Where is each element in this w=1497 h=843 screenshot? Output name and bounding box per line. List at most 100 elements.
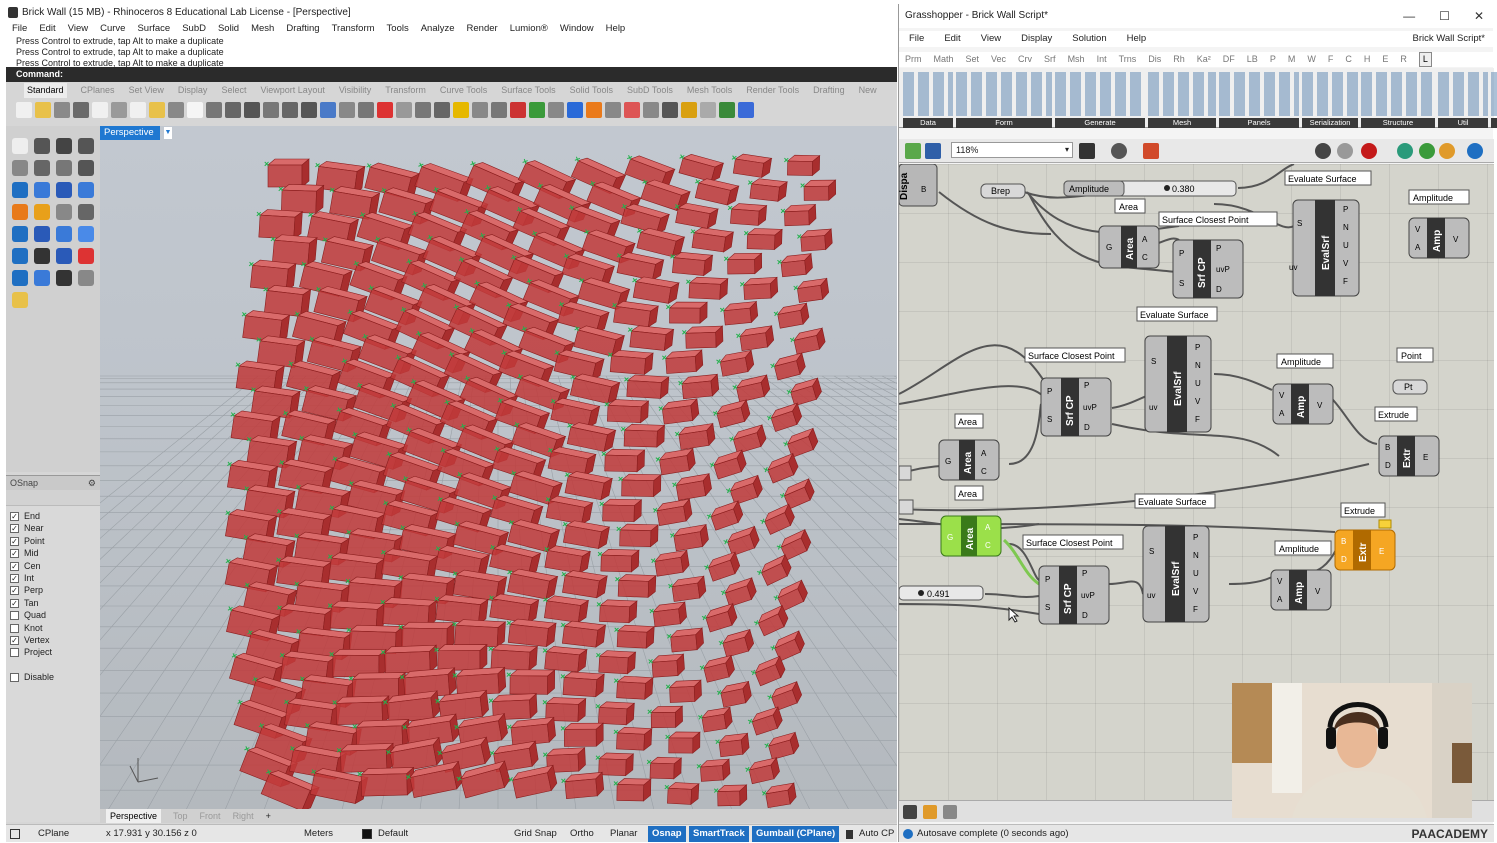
brick[interactable]: × (726, 203, 768, 227)
toolbar-tool-icon[interactable] (54, 102, 70, 118)
brick[interactable]: × (714, 732, 750, 758)
close-icon[interactable]: ✕ (1474, 4, 1484, 28)
gh-category-tab[interactable]: Math (934, 52, 954, 67)
brick[interactable]: × (793, 277, 830, 303)
side-tool-icon[interactable] (12, 270, 28, 286)
brick[interactable]: × (697, 706, 733, 733)
tab-viewport-layout[interactable]: Viewport Layout (260, 83, 324, 98)
gh-component-icons[interactable] (1302, 72, 1358, 116)
gh-category-tab[interactable]: W (1307, 52, 1316, 67)
brick[interactable]: × (789, 327, 827, 355)
brick[interactable]: × (558, 620, 607, 648)
brick[interactable]: × (268, 234, 318, 266)
brick[interactable]: × (785, 377, 823, 407)
brick[interactable]: × (729, 152, 773, 179)
brick[interactable]: × (560, 771, 605, 800)
node-srfcp-2[interactable]: Surface Closest Point Srf CP P S P uvP D (1024, 347, 1126, 437)
profiler-icon[interactable] (923, 805, 937, 819)
side-tool-icon[interactable] (34, 160, 50, 176)
brick[interactable]: × (728, 424, 768, 455)
side-tool-icon[interactable] (34, 204, 50, 220)
maximize-icon[interactable]: ☐ (1439, 4, 1450, 28)
brick[interactable]: × (655, 447, 697, 476)
brick[interactable]: × (780, 203, 817, 227)
gh-category-tab[interactable]: F (1328, 52, 1334, 67)
gh-category-tab[interactable]: Vec (991, 52, 1006, 67)
node-extrude-1[interactable]: Extrude Extr B D E (1374, 406, 1440, 477)
param-stub[interactable] (899, 499, 914, 515)
menu-analyze[interactable]: Analyze (421, 21, 455, 36)
brick[interactable]: × (759, 503, 797, 536)
node-dispatch[interactable]: Dispa B (899, 164, 938, 207)
brick[interactable]: × (715, 349, 755, 377)
slider-grip-icon[interactable] (918, 590, 924, 596)
brick[interactable]: × (434, 643, 488, 671)
side-tool-icon[interactable] (78, 160, 94, 176)
wire-display-icon[interactable] (1419, 143, 1435, 159)
toolbar-tool-icon[interactable] (263, 102, 279, 118)
side-tool-icon[interactable] (34, 226, 50, 242)
brick[interactable]: × (672, 201, 719, 230)
brick[interactable]: × (700, 602, 738, 633)
toolbar-tool-icon[interactable] (301, 102, 317, 118)
checkbox[interactable]: ✓ (10, 549, 19, 559)
osnap-perp[interactable]: ✓ Perp (6, 584, 100, 596)
status-gumball[interactable]: Gumball (CPlane) (752, 826, 840, 842)
toolbar-tool-icon[interactable] (206, 102, 222, 118)
gh-component-icons[interactable] (903, 72, 953, 116)
osnap-mid[interactable]: ✓ Mid (6, 547, 100, 559)
tab-mesh-tools[interactable]: Mesh Tools (687, 83, 732, 98)
slider-grip-icon[interactable] (1164, 185, 1170, 191)
status-layer[interactable]: Default (378, 825, 408, 843)
brick[interactable]: × (776, 252, 813, 278)
toolbar-tool-icon[interactable] (92, 102, 108, 118)
brick[interactable]: × (782, 427, 820, 458)
brick[interactable]: × (766, 680, 804, 712)
checkbox[interactable]: ✓ (10, 635, 19, 645)
menu-surface[interactable]: Surface (137, 21, 170, 36)
toolbar-tool-icon[interactable] (472, 102, 488, 118)
side-tool-icon[interactable] (34, 248, 50, 264)
gh-category-tab[interactable]: Set (966, 52, 980, 67)
node-evalsrf-2[interactable]: Evaluate Surface EvalSrf S uv P N U V F (1136, 306, 1218, 433)
toolbar-tool-icon[interactable] (738, 102, 754, 118)
brick[interactable]: × (773, 302, 810, 329)
node-srfcp-1[interactable]: Surface Closest Point Srf CP P S P uvP D (1158, 211, 1278, 299)
gh-category-tab[interactable]: Rh (1173, 52, 1185, 67)
toolbar-tool-icon[interactable] (130, 102, 146, 118)
gh-category-tab[interactable]: C (1345, 52, 1352, 67)
tab-new[interactable]: New (859, 83, 877, 98)
toolbar-tool-icon[interactable] (510, 102, 526, 118)
tab-select[interactable]: Select (221, 83, 246, 98)
menu-render[interactable]: Render (467, 21, 498, 36)
node-extrude-2-active[interactable]: Extrude Extr B D E (1334, 502, 1396, 571)
brick[interactable]: × (486, 592, 540, 624)
vp-tab-top[interactable]: Top (173, 809, 188, 823)
tab-solid-tools[interactable]: Solid Tools (570, 83, 613, 98)
brick[interactable]: × (731, 374, 771, 403)
toolbar-tool-icon[interactable] (282, 102, 298, 118)
brick[interactable]: × (762, 452, 800, 485)
command-prompt[interactable]: Command: (6, 67, 897, 82)
brick[interactable]: × (507, 764, 558, 799)
toolbar-tool-icon[interactable] (567, 102, 583, 118)
brick[interactable]: × (613, 250, 665, 281)
node-amp-1[interactable]: Amplitude Amp V A V (1408, 189, 1470, 259)
brick[interactable]: × (719, 577, 758, 608)
side-tool-icon[interactable] (56, 204, 72, 220)
brick[interactable]: × (618, 473, 662, 498)
side-tool-icon[interactable] (56, 226, 72, 242)
side-tool-icon[interactable] (56, 248, 72, 264)
gh-component-icons[interactable] (1438, 72, 1488, 116)
gh-category-tab[interactable]: P (1270, 52, 1276, 67)
gh-ribbon-group-label[interactable]: Data (903, 118, 953, 128)
gh-category-tab[interactable]: Msh (1068, 52, 1085, 67)
chevron-down-icon[interactable]: ▼ (164, 127, 172, 139)
amplitude-slider[interactable]: Amplitude 0.380 (1063, 180, 1237, 197)
gh-component-icons[interactable] (1148, 72, 1216, 116)
brick[interactable]: × (696, 758, 731, 782)
gh-category-tab[interactable]: Srf (1044, 52, 1056, 67)
node-area-1[interactable]: Area Area G A C (1098, 198, 1160, 269)
checkbox[interactable]: ✓ (10, 586, 19, 596)
menu-mesh[interactable]: Mesh (251, 21, 274, 36)
